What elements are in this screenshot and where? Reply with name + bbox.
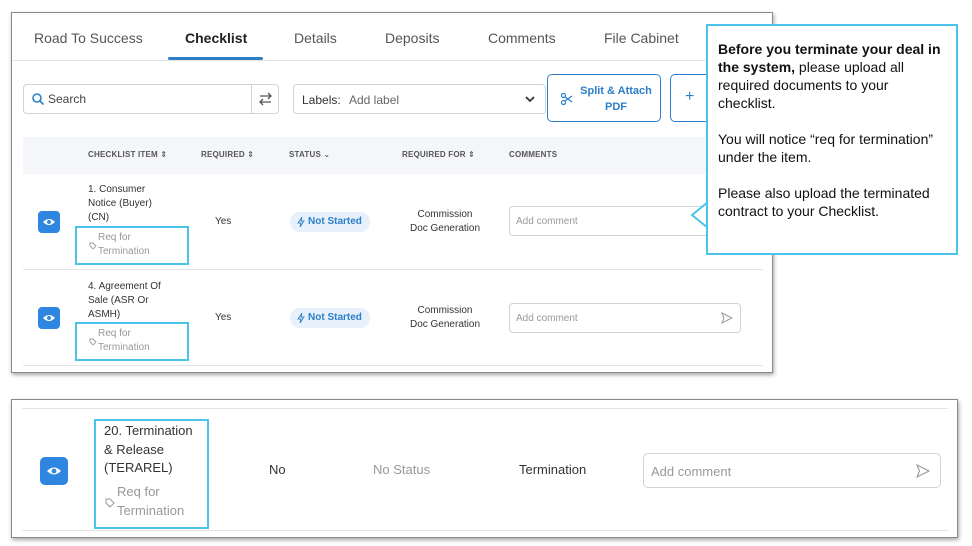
swap-toggle-button[interactable] [251,85,278,113]
tab-comments[interactable]: Comments [488,30,556,46]
callout-paragraph-2: You will notice “req for termination” un… [718,131,934,165]
lightning-icon [297,217,305,227]
checklist-panel: Road To Success Checklist Details Deposi… [11,12,773,373]
lightning-icon [297,313,305,323]
required-for-value: Termination [519,462,587,477]
labels-placeholder: Add label [349,93,400,107]
tab-road-to-success[interactable]: Road To Success [34,30,143,46]
active-tab-indicator [168,57,263,60]
header-status[interactable]: STATUS ⌄ [289,150,330,159]
header-comments: COMMENTS [509,150,558,159]
tab-deposits[interactable]: Deposits [385,30,439,46]
comment-input[interactable] [516,213,696,229]
split-attach-label-line2: PDF [605,101,627,113]
status-badge[interactable]: Not Started [290,212,370,232]
view-item-button[interactable] [38,211,60,233]
required-for-value: Commission Doc Generation [409,305,481,330]
checklist-item-name[interactable]: 4. Agreement Of Sale (ASR Or ASMH) [88,280,161,322]
tag-icon [89,338,97,346]
instruction-callout: Before you terminate your deal in the sy… [706,24,958,255]
required-value: No [269,462,286,477]
search-icon [32,93,45,106]
tag-icon [105,498,115,508]
search-input[interactable] [48,89,248,109]
tab-bar: Road To Success Checklist Details Deposi… [12,13,772,61]
tag-icon [89,242,97,250]
req-termination-label: Req for Termination [98,328,150,353]
status-badge[interactable]: Not Started [290,308,370,328]
scissors-icon [560,92,573,106]
table-header: CHECKLIST ITEM ⇕ REQUIRED ⇕ STATUS ⌄ REQ… [23,137,763,174]
labels-select[interactable]: Labels: Add label [293,84,546,114]
send-icon[interactable] [916,464,930,478]
eye-icon [43,219,55,225]
tab-details[interactable]: Details [294,30,337,46]
callout-paragraph-3: Please also upload the terminated contra… [718,185,930,219]
divider [22,408,948,409]
required-value: Yes [215,312,232,323]
swap-icon [259,92,272,106]
eye-icon [47,467,61,475]
tab-checklist[interactable]: Checklist [185,30,247,46]
status-value[interactable]: No Status [373,462,430,477]
split-attach-label-line1: Split & Attach [580,85,652,97]
divider [22,530,948,531]
required-value: Yes [215,216,232,227]
plus-icon: + [685,88,695,105]
header-checklist-item[interactable]: CHECKLIST ITEM ⇕ [88,150,167,159]
eye-icon [43,315,55,321]
header-required-for[interactable]: REQUIRED FOR ⇕ [402,150,475,159]
checklist-item-name[interactable]: 1. Consumer Notice (Buyer) (CN) [88,183,152,225]
send-icon[interactable] [721,312,733,324]
labels-label: Labels: [302,93,341,107]
header-required[interactable]: REQUIRED ⇕ [201,150,254,159]
comment-input[interactable] [651,462,891,480]
chevron-down-icon [525,96,535,103]
req-termination-label: Req for Termination [117,484,185,518]
search-field[interactable] [23,84,279,114]
table-row: 4. Agreement Of Sale (ASR Or ASMH) Req f… [23,270,763,366]
view-item-button[interactable] [38,307,60,329]
view-item-button[interactable] [40,457,68,485]
termination-row-panel: 20. Termination & Release (TERAREL) Req … [11,399,958,538]
required-for-value: Commission Doc Generation [409,209,481,234]
callout-paragraph-1: Before you terminate your deal in the sy… [718,41,941,111]
comment-input[interactable] [516,310,696,326]
tab-file-cabinet[interactable]: File Cabinet [604,30,679,46]
req-termination-label: Req for Termination [98,232,150,257]
comment-field[interactable] [643,453,941,488]
checklist-item-name[interactable]: 20. Termination & Release (TERAREL) [104,422,209,478]
comment-field[interactable] [509,303,741,333]
split-attach-pdf-button[interactable]: Split & Attach PDF [547,74,661,122]
table-row: 1. Consumer Notice (Buyer) (CN) Req for … [23,174,763,270]
